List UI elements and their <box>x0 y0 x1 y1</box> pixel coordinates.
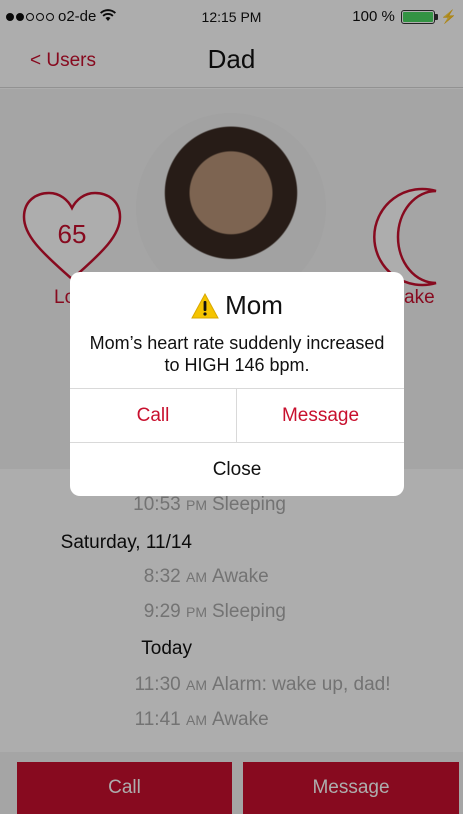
alert-message: Mom’s heart rate suddenly increased to H… <box>89 333 385 375</box>
alert-title-row: Mom <box>70 290 404 321</box>
alert-actions: Call Message <box>70 388 404 443</box>
warning-icon <box>191 292 219 318</box>
alert-close-button[interactable]: Close <box>70 442 404 496</box>
alert-call-button[interactable]: Call <box>70 389 237 443</box>
app-screen: o2-de 12:15 PM 100 % ⚡ < Users Dad 65 Lo <box>0 0 463 814</box>
alert-message-button[interactable]: Message <box>237 389 404 443</box>
alert-dialog: Mom Mom’s heart rate suddenly increased … <box>70 272 404 496</box>
alert-title: Mom <box>225 290 283 320</box>
